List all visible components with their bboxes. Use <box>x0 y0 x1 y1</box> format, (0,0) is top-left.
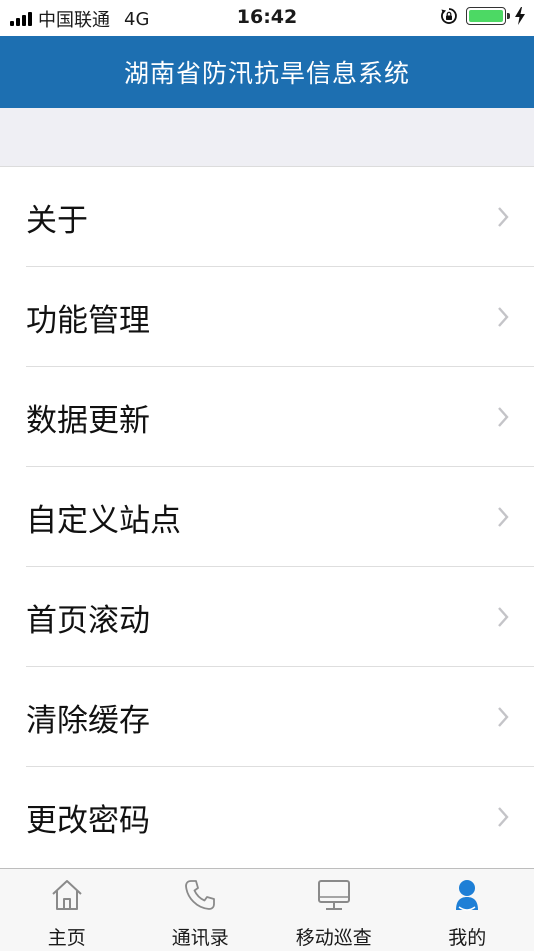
menu-item-change-password[interactable]: 更改密码 <box>0 767 534 867</box>
tab-home[interactable]: 主页 <box>0 869 134 951</box>
menu-item-label: 首页滚动 <box>26 595 150 640</box>
tab-label: 我的 <box>448 923 486 950</box>
battery-icon <box>466 7 506 25</box>
chevron-right-icon <box>496 806 510 828</box>
tab-contacts[interactable]: 通讯录 <box>134 869 268 951</box>
rotation-lock-icon <box>440 7 458 25</box>
tab-label: 移动巡查 <box>296 923 372 950</box>
page-title: 湖南省防汛抗旱信息系统 <box>124 54 410 90</box>
menu-item-clear-cache[interactable]: 清除缓存 <box>0 667 534 767</box>
menu-item-about[interactable]: 关于 <box>0 167 534 267</box>
section-spacer <box>0 108 534 167</box>
menu-item-feature-management[interactable]: 功能管理 <box>0 267 534 367</box>
tab-label: 主页 <box>48 923 86 950</box>
menu-item-label: 自定义站点 <box>26 495 181 540</box>
menu-item-label: 清除缓存 <box>26 695 150 740</box>
chevron-right-icon <box>496 406 510 428</box>
bottom-tab-bar: 主页 通讯录 移动巡查 我的 <box>0 868 534 951</box>
status-bar: 中国联通 4G 16:42 <box>0 0 534 36</box>
chevron-right-icon <box>496 206 510 228</box>
charging-icon <box>514 7 526 25</box>
chevron-right-icon <box>496 606 510 628</box>
monitor-icon <box>316 877 352 913</box>
menu-item-custom-stations[interactable]: 自定义站点 <box>0 467 534 567</box>
home-icon <box>49 877 85 913</box>
menu-item-label: 数据更新 <box>26 395 150 440</box>
tab-label: 通讯录 <box>172 923 229 950</box>
menu-item-label: 功能管理 <box>26 295 150 340</box>
phone-icon <box>182 877 218 913</box>
user-icon <box>449 877 485 913</box>
app-header: 湖南省防汛抗旱信息系统 <box>0 36 534 108</box>
menu-item-data-update[interactable]: 数据更新 <box>0 367 534 467</box>
tab-mobile-patrol[interactable]: 移动巡查 <box>267 869 401 951</box>
menu-item-homepage-scroll[interactable]: 首页滚动 <box>0 567 534 667</box>
tab-mine[interactable]: 我的 <box>401 869 534 951</box>
chevron-right-icon <box>496 706 510 728</box>
chevron-right-icon <box>496 306 510 328</box>
settings-menu: 关于 功能管理 数据更新 自定义站点 首页滚动 清除缓存 更改密码 <box>0 167 534 867</box>
menu-item-label: 更改密码 <box>26 795 150 840</box>
chevron-right-icon <box>496 506 510 528</box>
menu-item-label: 关于 <box>26 195 88 240</box>
